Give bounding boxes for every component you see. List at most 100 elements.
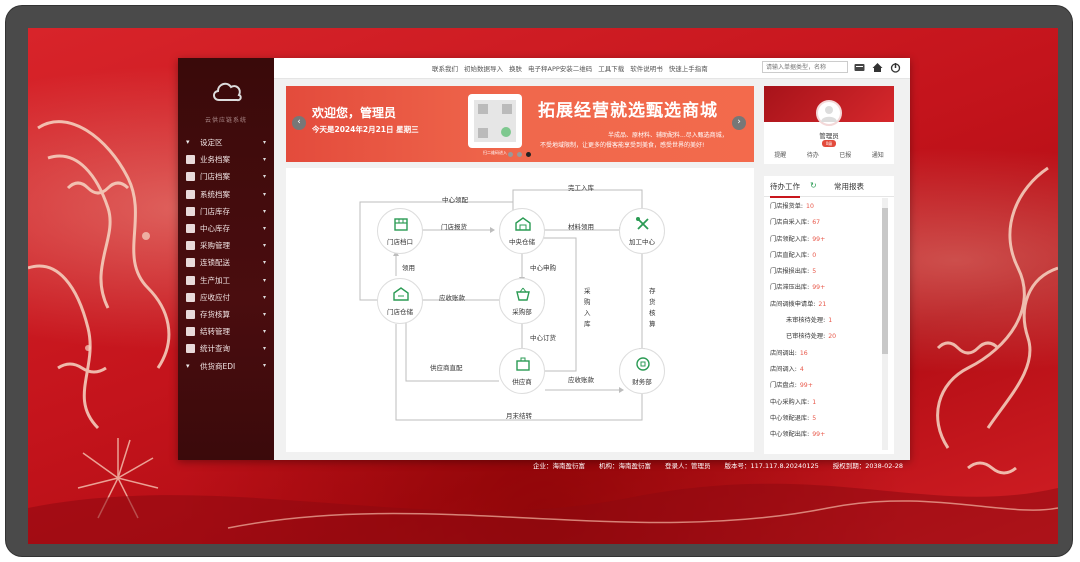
label-center-pick: 中心领配: [442, 196, 468, 204]
todo-item[interactable]: 店间调拨申请单: 21: [770, 299, 882, 315]
sidebar-item[interactable]: 门店档案 ▾: [178, 168, 274, 185]
todo-item[interactable]: 门店自采入库: 67: [770, 217, 882, 233]
node-finance[interactable]: 财务部: [619, 348, 665, 394]
todo-item-label: 门店直配入库:: [770, 251, 810, 259]
sidebar-item[interactable]: 连锁配送 ▾: [178, 254, 274, 271]
action-notify[interactable]: 通知: [872, 150, 884, 159]
carousel-dots[interactable]: [508, 152, 531, 157]
todo-item[interactable]: 门店直配入库: 0: [770, 250, 882, 266]
power-icon[interactable]: [890, 62, 901, 73]
chevron-down-icon: ▾: [262, 328, 266, 336]
node-store-warehouse[interactable]: 门店仓储: [377, 278, 423, 324]
banner-next-icon[interactable]: ›: [732, 116, 746, 130]
todo-item-count: 20: [828, 333, 837, 341]
link-import[interactable]: 初始数据导入: [464, 63, 503, 73]
sidebar-item[interactable]: 系统档案 ▾: [178, 186, 274, 203]
sidebar-item[interactable]: 生产加工 ▾: [178, 272, 274, 289]
sidebar-item-label: 应收应付: [200, 292, 230, 302]
qr-code-image: [468, 94, 522, 148]
refresh-icon[interactable]: ↻: [810, 181, 817, 190]
todo-item[interactable]: 已审核待处理: 20: [770, 331, 882, 347]
main-area: 联系我们 初始数据导入 换肤 电子秤APP安装二维码 工具下载 软件说明书 快速…: [274, 58, 910, 460]
link-manual[interactable]: 软件说明书: [630, 63, 663, 73]
keyboard-icon[interactable]: [854, 62, 865, 73]
node-processing-center[interactable]: 加工中心: [619, 208, 665, 254]
sidebar-item[interactable]: 门店库存 ▾: [178, 203, 274, 220]
todo-item[interactable]: 未审核待处理: 1: [770, 315, 882, 331]
sidebar-item-label: 存货核算: [200, 309, 230, 319]
todo-item-label: 店间调入:: [770, 365, 797, 373]
todo-item[interactable]: 中心领配出库: 99+: [770, 429, 882, 445]
sidebar-item-label: 结转管理: [200, 327, 230, 337]
caret-icon: ▾: [186, 361, 190, 370]
sidebar: 云供应链系统 ▾ 设定区 ▾ 业务档案 ▾ 门店档案 ▾ 系统档案 ▾ 门店库存 ▾ 中心库存 ▾ 采购管…: [178, 58, 274, 460]
chevron-down-icon: ▾: [262, 139, 266, 146]
todo-item[interactable]: 门店报货单: 10: [770, 201, 882, 217]
avatar[interactable]: [816, 100, 842, 126]
node-central-warehouse[interactable]: 中央仓储: [499, 208, 545, 254]
home-icon[interactable]: [872, 62, 883, 73]
sidebar-item[interactable]: 采购管理 ▾: [178, 237, 274, 254]
scrollbar[interactable]: [882, 198, 888, 450]
todo-item-count: 99+: [812, 284, 826, 292]
link-skin[interactable]: 换肤: [509, 63, 522, 73]
todo-item[interactable]: 门店盘点: 99+: [770, 380, 882, 396]
node-label: 门店仓储: [387, 308, 413, 316]
label-store-pick: 门店报货: [441, 223, 467, 231]
scrollbar-thumb[interactable]: [882, 208, 888, 354]
link-tools[interactable]: 工具下载: [598, 63, 624, 73]
todo-panel: 待办工作 ↻ 常用报表 门店报货单: 10 门店自采入库: 67 门店领配入库: 99+ 门…: [764, 176, 894, 454]
node-label: 中央仓储: [509, 238, 535, 246]
link-scale-app[interactable]: 电子秤APP安装二维码: [528, 63, 592, 73]
todo-item[interactable]: 店间调出: 16: [770, 348, 882, 364]
todo-item[interactable]: 门店领配入库: 99+: [770, 234, 882, 250]
sidebar-item-label: 设定区: [200, 138, 223, 148]
label-purchase-in: 采 购 入 库: [584, 287, 591, 328]
tab-todo[interactable]: 待办工作: [770, 181, 800, 198]
node-supplier[interactable]: 供应商: [499, 348, 545, 394]
tab-reports[interactable]: 常用报表: [834, 181, 864, 192]
label-inventory-check: 存 货 核 算: [649, 287, 656, 328]
desktop-background: 云供应链系统 ▾ 设定区 ▾ 业务档案 ▾ 门店档案 ▾ 系统档案 ▾ 门店库存 ▾ 中心库存 ▾ 采购管…: [28, 28, 1058, 544]
action-reported[interactable]: 已报: [839, 150, 851, 159]
link-quickstart[interactable]: 快速上手指南: [669, 63, 708, 73]
tools-icon: [186, 275, 195, 285]
sidebar-item[interactable]: 结转管理 ▾: [178, 323, 274, 340]
sidebar-item[interactable]: ▾ 设定区 ▾: [178, 134, 274, 151]
sidebar-item[interactable]: 中心库存 ▾: [178, 220, 274, 237]
label-supplier-direct: 供应商直配: [430, 364, 463, 372]
dragon-decoration-left: [28, 120, 171, 430]
chevron-down-icon: ▾: [262, 310, 266, 318]
todo-item[interactable]: 门店滞压出库: 99+: [770, 282, 882, 298]
banner-prev-icon[interactable]: ‹: [292, 116, 306, 130]
sidebar-item-label: 连锁配送: [200, 258, 230, 268]
promo-title: 拓展经营就选甄选商城: [538, 101, 718, 121]
todo-item-count: 21: [818, 300, 827, 308]
chevron-down-icon: ▾: [262, 293, 266, 301]
chevron-down-icon: ▾: [262, 224, 266, 232]
node-purchasing[interactable]: 采购部: [499, 278, 545, 324]
sidebar-item[interactable]: 应收应付 ▾: [178, 289, 274, 306]
search-input[interactable]: [762, 61, 848, 73]
todo-item[interactable]: 店间调入: 4: [770, 364, 882, 380]
status-bar: 企业：海南盈衍富 机构：海南盈衍富 登录人：管理员 版本号：117.117.8.…: [533, 460, 917, 470]
link-contact[interactable]: 联系我们: [432, 63, 458, 73]
status-org: 机构：海南盈衍富: [599, 462, 651, 470]
todo-item[interactable]: 中心采购入库: 1: [770, 397, 882, 413]
sidebar-item-label: 供货商EDI: [200, 361, 236, 371]
action-todo[interactable]: 待办: [807, 150, 819, 159]
todo-item[interactable]: 中心领配退库: 5: [770, 413, 882, 429]
sidebar-item[interactable]: ▾ 供货商EDI ▾: [178, 357, 274, 374]
level-badge: 0级: [822, 140, 836, 147]
action-remind[interactable]: 提醒: [774, 150, 786, 159]
sidebar-item[interactable]: 存货核算 ▾: [178, 306, 274, 323]
business-flow-diagram: 门店档口 中央仓储 加工中心 门店仓储 采购部 供应商 财务部 中心领配 完工入…: [286, 168, 754, 452]
sidebar-item[interactable]: 统计查询 ▾: [178, 340, 274, 357]
todo-item[interactable]: 门店报损出库: 5: [770, 266, 882, 282]
node-store-outlet[interactable]: 门店档口: [377, 208, 423, 254]
sidebar-item[interactable]: 业务档案 ▾: [178, 151, 274, 168]
cloud-logo-icon: [213, 82, 242, 102]
layers-icon: [186, 327, 195, 337]
tools-icon: [636, 217, 649, 230]
search-doc-icon: [186, 344, 195, 354]
